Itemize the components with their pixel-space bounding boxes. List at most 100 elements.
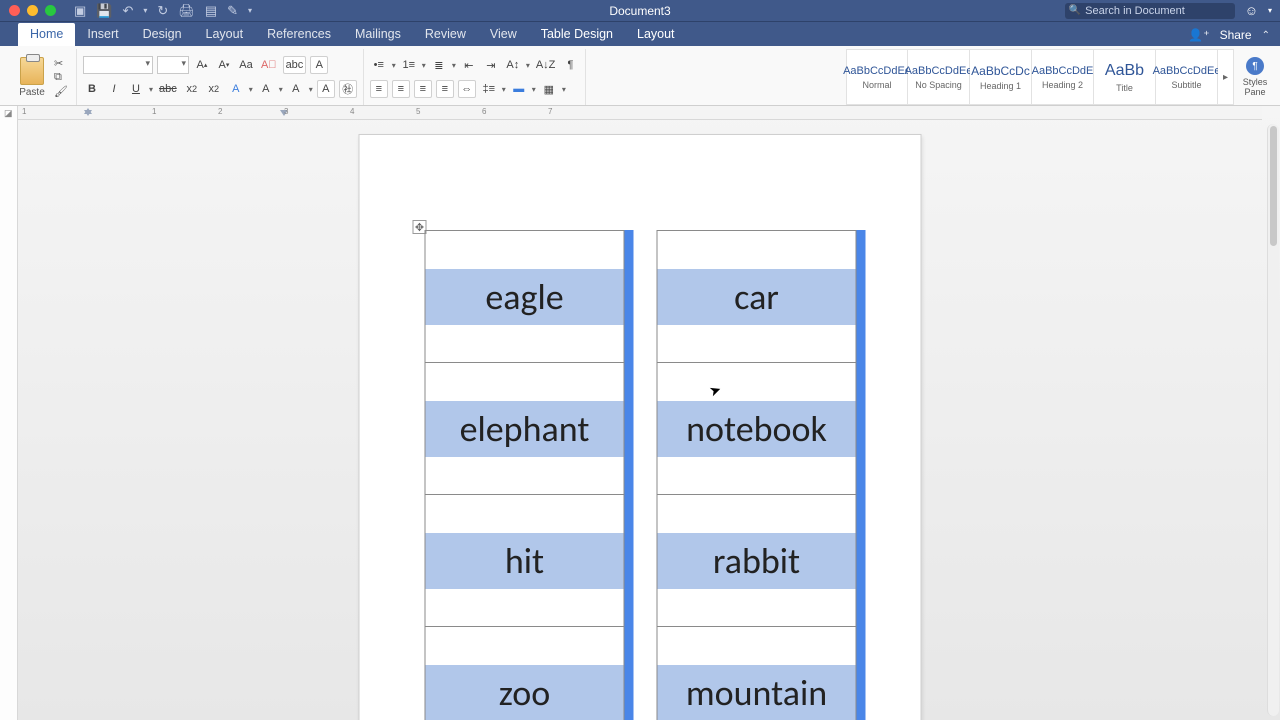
tab-insert[interactable]: Insert bbox=[75, 23, 130, 46]
bullets-menu-icon[interactable]: ▾ bbox=[392, 61, 396, 70]
collapse-ribbon-icon[interactable]: ⌃ bbox=[1262, 30, 1270, 41]
feedback-menu-icon[interactable]: ▾ bbox=[1268, 6, 1272, 15]
borders-button[interactable]: ▦ bbox=[540, 80, 558, 98]
shrink-font-button[interactable]: A▾ bbox=[215, 56, 233, 74]
tab-mailings[interactable]: Mailings bbox=[343, 23, 413, 46]
style-subtitle[interactable]: AaBbCcDdEe Subtitle bbox=[1156, 49, 1218, 105]
font-color-menu-icon[interactable]: ▾ bbox=[309, 85, 313, 94]
grow-font-button[interactable]: A▴ bbox=[193, 56, 211, 74]
paste-button[interactable]: Paste bbox=[10, 49, 54, 105]
undo-menu-icon[interactable]: ▾ bbox=[143, 6, 147, 15]
borders-menu-icon[interactable]: ▾ bbox=[562, 85, 566, 94]
qat-more-icon[interactable]: ▾ bbox=[248, 6, 252, 15]
share-button[interactable]: Share bbox=[1220, 28, 1252, 42]
underline-menu-icon[interactable]: ▾ bbox=[149, 85, 153, 94]
style-title[interactable]: AaBb Title bbox=[1094, 49, 1156, 105]
tab-review[interactable]: Review bbox=[413, 23, 478, 46]
tab-design[interactable]: Design bbox=[131, 23, 194, 46]
word-table-col2[interactable]: car notebook rabbit mountain bbox=[657, 230, 857, 720]
horizontal-ruler[interactable]: 1 1 2 3 4 5 6 7 bbox=[18, 106, 1262, 120]
character-border-button[interactable]: A bbox=[310, 56, 328, 74]
shading-button[interactable]: ▬ bbox=[510, 80, 528, 98]
phonetic-guide-button[interactable]: abc bbox=[283, 56, 307, 74]
text-direction-menu-icon[interactable]: ▾ bbox=[526, 61, 530, 70]
bold-button[interactable]: B bbox=[83, 80, 101, 98]
font-name-dropdown[interactable] bbox=[83, 56, 153, 74]
shading-menu-icon[interactable]: ▾ bbox=[532, 85, 536, 94]
superscript-button[interactable]: x2 bbox=[205, 80, 223, 98]
style-no-spacing[interactable]: AaBbCcDdEe No Spacing bbox=[908, 49, 970, 105]
increase-indent-button[interactable]: ⇥ bbox=[482, 56, 500, 74]
style-heading-2[interactable]: AaBbCcDdE Heading 2 bbox=[1032, 49, 1094, 105]
search-box[interactable]: 🔍 Search in Document bbox=[1065, 3, 1235, 19]
close-window-icon[interactable] bbox=[9, 5, 20, 16]
panel-toggle-icon[interactable]: ▣ bbox=[74, 3, 86, 19]
change-case-button[interactable]: Aa bbox=[237, 56, 255, 74]
page-setup-icon[interactable]: ▤ bbox=[205, 3, 217, 19]
underline-button[interactable]: U bbox=[127, 80, 145, 98]
tab-table-design[interactable]: Table Design bbox=[529, 23, 625, 46]
align-left-button[interactable]: ≡ bbox=[370, 80, 388, 98]
scrollbar-thumb[interactable] bbox=[1270, 126, 1277, 246]
insert-style-icon[interactable]: ✎ bbox=[227, 3, 238, 19]
subscript-button[interactable]: x2 bbox=[183, 80, 201, 98]
tab-references[interactable]: References bbox=[255, 23, 343, 46]
text-effects-menu-icon[interactable]: ▾ bbox=[249, 85, 253, 94]
line-spacing-button[interactable]: ‡≡ bbox=[480, 80, 498, 98]
character-shading-button[interactable]: A bbox=[317, 80, 335, 98]
style-heading-1[interactable]: AaBbCcDc Heading 1 bbox=[970, 49, 1032, 105]
table-cell[interactable]: notebook bbox=[657, 363, 856, 495]
copy-icon[interactable]: ⧉ bbox=[54, 71, 68, 84]
italic-button[interactable]: I bbox=[105, 80, 123, 98]
minimize-window-icon[interactable] bbox=[27, 5, 38, 16]
numbering-button[interactable]: 1≡ bbox=[400, 56, 418, 74]
text-direction-button[interactable]: A↕ bbox=[504, 56, 522, 74]
justify-button[interactable]: ≡ bbox=[436, 80, 454, 98]
style-gallery-expand-button[interactable]: ▸ bbox=[1218, 49, 1234, 105]
multilevel-menu-icon[interactable]: ▾ bbox=[452, 61, 456, 70]
table-cell[interactable]: mountain bbox=[657, 627, 856, 720]
hanging-indent-icon[interactable] bbox=[84, 110, 92, 116]
redo-icon[interactable]: ↻ bbox=[157, 3, 168, 19]
numbering-menu-icon[interactable]: ▾ bbox=[422, 61, 426, 70]
table-cell[interactable]: eagle bbox=[425, 231, 624, 363]
format-painter-icon[interactable]: 🖌 bbox=[54, 85, 68, 98]
zoom-window-icon[interactable] bbox=[45, 5, 56, 16]
tab-table-layout[interactable]: Layout bbox=[625, 23, 687, 46]
styles-pane-button[interactable]: ¶ Styles Pane bbox=[1234, 49, 1276, 105]
strikethrough-button[interactable]: abc bbox=[157, 80, 179, 98]
word-table-col1[interactable]: eagle elephant hit zoo bbox=[425, 230, 625, 720]
decrease-indent-button[interactable]: ⇤ bbox=[460, 56, 478, 74]
font-size-dropdown[interactable] bbox=[157, 56, 189, 74]
table-cell[interactable]: rabbit bbox=[657, 495, 856, 627]
enclose-characters-button[interactable]: ㊓ bbox=[339, 80, 357, 98]
cut-icon[interactable]: ✂ bbox=[54, 57, 68, 70]
font-color-button[interactable]: A bbox=[287, 80, 305, 98]
distributed-button[interactable]: ⇔ bbox=[458, 80, 476, 98]
align-right-button[interactable]: ≡ bbox=[414, 80, 432, 98]
tab-home[interactable]: Home bbox=[18, 23, 75, 46]
print-icon[interactable]: 🖨 bbox=[178, 3, 195, 19]
tab-view[interactable]: View bbox=[478, 23, 529, 46]
line-spacing-menu-icon[interactable]: ▾ bbox=[502, 85, 506, 94]
highlight-menu-icon[interactable]: ▾ bbox=[279, 85, 283, 94]
highlight-button[interactable]: A bbox=[257, 80, 275, 98]
table-cell[interactable]: elephant bbox=[425, 363, 624, 495]
clear-formatting-button[interactable]: A⃠ bbox=[259, 56, 279, 74]
show-marks-button[interactable]: ¶ bbox=[561, 56, 579, 74]
align-center-button[interactable]: ≡ bbox=[392, 80, 410, 98]
feedback-icon[interactable]: ☺ bbox=[1245, 3, 1258, 18]
document-page[interactable]: ✥ eagle elephant hit zoo car notebook ra… bbox=[359, 134, 922, 720]
table-cell[interactable]: car bbox=[657, 231, 856, 363]
table-cell[interactable]: zoo bbox=[425, 627, 624, 720]
style-normal[interactable]: AaBbCcDdEe Normal bbox=[846, 49, 908, 105]
undo-icon[interactable]: ↶ bbox=[122, 3, 133, 19]
table-cell[interactable]: hit bbox=[425, 495, 624, 627]
sort-button[interactable]: A↓Z bbox=[534, 56, 558, 74]
bullets-button[interactable]: •≡ bbox=[370, 56, 388, 74]
text-effects-button[interactable]: A bbox=[227, 80, 245, 98]
multilevel-button[interactable]: ≣ bbox=[430, 56, 448, 74]
vertical-scrollbar[interactable] bbox=[1267, 124, 1279, 716]
save-icon[interactable]: 💾 bbox=[96, 3, 112, 19]
tab-layout[interactable]: Layout bbox=[194, 23, 256, 46]
